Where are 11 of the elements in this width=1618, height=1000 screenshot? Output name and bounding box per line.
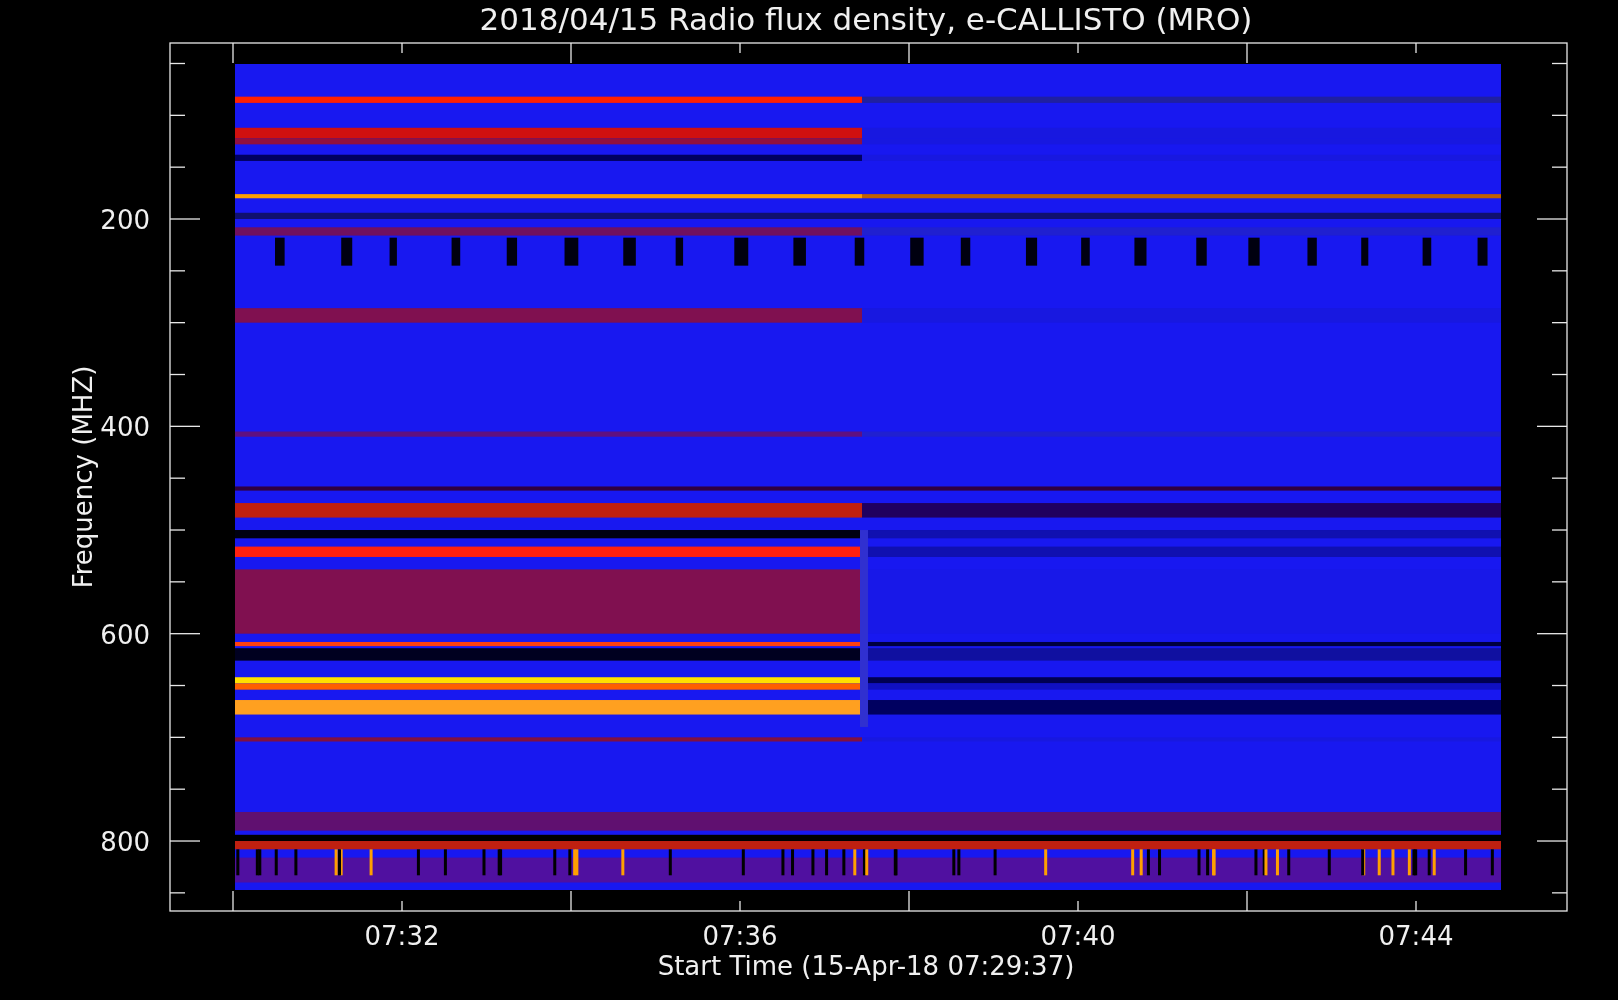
x-tick-label: 07:44 <box>1378 921 1454 951</box>
y-tick-label: 400 <box>100 412 150 443</box>
chart-title: 2018/04/15 Radio flux density, e-CALLISTO (MRO) <box>479 1 1253 37</box>
x-tick-label: 07:40 <box>1040 921 1116 951</box>
y-tick-label: 800 <box>100 827 150 857</box>
x-tick-label: 07:32 <box>364 921 440 951</box>
y-tick-label: 200 <box>100 205 150 235</box>
x-axis-label: Start Time (15-Apr-18 07:29:37) <box>657 951 1075 981</box>
y-axis-label: Frequency (MHZ) <box>68 365 98 589</box>
x-tick-label: 07:36 <box>702 921 778 951</box>
y-tick-label: 600 <box>100 619 150 650</box>
